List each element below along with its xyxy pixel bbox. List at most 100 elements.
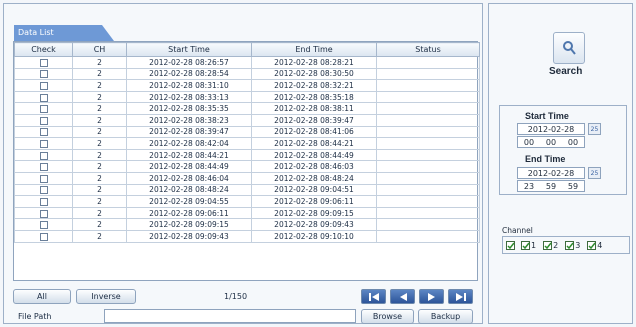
channel-4-label: 4 [597,240,603,250]
row-end-time: 2012-02-28 08:28:21 [251,56,377,69]
row-check-cell [14,102,73,115]
select-all-button[interactable]: All [13,289,71,304]
check-icon [588,242,596,249]
channel-item-3[interactable]: 3 [565,240,580,250]
row-check-cell [14,218,73,231]
row-end-time: 2012-02-28 08:44:49 [251,148,377,162]
row-checkbox[interactable] [39,139,48,148]
end-date-calendar-button[interactable]: 25 [588,167,601,179]
inverse-selection-button[interactable]: Inverse [76,289,136,304]
row-end-time: 2012-02-28 08:35:18 [251,90,377,104]
table-row[interactable]: 2 2012-02-28 09:09:15 2012-02-28 09:09:43 [14,218,480,231]
channel-1-checkbox[interactable] [521,240,530,250]
file-path-label: File Path [18,312,52,321]
channel-item-4[interactable]: 4 [587,240,603,250]
row-start-time: 2012-02-28 08:35:35 [126,102,252,115]
row-checkbox[interactable] [39,116,48,125]
channel-group: 1 2 3 4 [502,236,630,254]
table-row[interactable]: 2 2012-02-28 08:39:47 2012-02-28 08:41:06 [14,125,480,139]
row-end-time: 2012-02-28 08:30:50 [251,67,377,81]
table-row[interactable]: 2 2012-02-28 08:38:23 2012-02-28 08:39:47 [14,113,480,127]
tab-data-list[interactable]: Data List [14,25,114,41]
start-minute-field[interactable]: 00 [546,137,556,147]
end-time-input[interactable]: 23 59 59 [517,180,585,192]
browse-button[interactable]: Browse [361,309,414,324]
table-row[interactable]: 2 2012-02-28 08:48:24 2012-02-28 09:04:51 [14,183,480,197]
start-second-field[interactable]: 00 [568,137,578,147]
row-end-time: 2012-02-28 08:32:21 [251,79,377,92]
row-checkbox[interactable] [39,151,48,160]
row-checkbox[interactable] [39,128,48,137]
row-end-time: 2012-02-28 09:06:11 [251,195,377,208]
first-page-button[interactable] [361,289,386,304]
table-row[interactable]: 2 2012-02-28 09:04:55 2012-02-28 09:06:11 [14,195,480,208]
row-end-time: 2012-02-28 08:38:11 [251,102,377,115]
start-hour-field[interactable]: 00 [524,137,534,147]
end-time-label: End Time [525,154,566,164]
previous-page-button[interactable] [390,289,415,304]
table-row[interactable]: 2 2012-02-28 09:06:11 2012-02-28 09:09:15 [14,206,480,220]
row-status [376,229,480,243]
row-checkbox[interactable] [39,105,48,114]
check-icon [566,242,574,249]
last-page-button[interactable] [448,289,473,304]
table-row[interactable]: 2 2012-02-28 08:44:21 2012-02-28 08:44:49 [14,148,480,162]
row-status [376,195,480,208]
channel-4-checkbox[interactable] [587,240,597,250]
check-icon [522,242,530,249]
table-row[interactable]: 2 2012-02-28 08:35:35 2012-02-28 08:38:11 [14,102,480,115]
data-list-panel: Data List Check CH Start Time End Time S… [3,3,483,324]
row-checkbox[interactable] [39,197,48,206]
row-check-cell [14,67,73,81]
table-row[interactable]: 2 2012-02-28 08:44:49 2012-02-28 08:46:03 [14,160,480,173]
end-date-input[interactable]: 2012-02-28 [517,167,585,179]
table-row[interactable]: 2 2012-02-28 08:31:10 2012-02-28 08:32:21 [14,79,480,92]
start-time-label: Start Time [525,111,569,121]
table-row[interactable]: 2 2012-02-28 08:28:54 2012-02-28 08:30:50 [14,67,480,81]
row-ch: 2 [72,218,127,231]
row-checkbox[interactable] [39,93,48,102]
row-checkbox[interactable] [39,81,48,90]
channel-item-1[interactable]: 1 [521,240,536,250]
end-minute-field[interactable]: 59 [546,181,556,191]
row-checkbox[interactable] [39,221,48,230]
end-hour-field[interactable]: 23 [524,181,534,191]
column-header-check: Check [14,42,73,57]
row-ch: 2 [72,102,127,115]
start-time-input[interactable]: 00 00 00 [517,136,585,148]
start-date-input[interactable]: 2012-02-28 [517,123,585,135]
table-row[interactable]: 2 2012-02-28 08:26:57 2012-02-28 08:28:21 [14,56,480,69]
channel-all-checkbox[interactable] [506,240,515,250]
table-row[interactable]: 2 2012-02-28 08:46:04 2012-02-28 08:48:24 [14,171,480,185]
channel-item-2[interactable]: 2 [543,240,558,250]
search-label: Search [549,66,583,77]
row-check-cell [14,79,73,92]
row-ch: 2 [72,79,127,92]
table-row[interactable]: 2 2012-02-28 08:33:13 2012-02-28 08:35:18 [14,90,480,104]
row-checkbox[interactable] [39,174,48,183]
row-checkbox[interactable] [39,163,48,172]
row-status [376,137,480,150]
skip-first-icon [368,292,379,301]
end-second-field[interactable]: 59 [568,181,578,191]
row-start-time: 2012-02-28 09:09:15 [126,218,252,231]
row-checkbox[interactable] [39,209,48,218]
channel-2-checkbox[interactable] [543,240,553,250]
start-date-calendar-button[interactable]: 25 [588,123,601,135]
row-checkbox[interactable] [39,58,48,67]
row-status [376,206,480,220]
file-path-input[interactable] [104,309,356,323]
table-row[interactable]: 2 2012-02-28 08:42:04 2012-02-28 08:44:21 [14,137,480,150]
table-row[interactable]: 2 2012-02-28 09:09:43 2012-02-28 09:10:10 [14,229,480,243]
next-page-button[interactable] [419,289,444,304]
column-header-status: Status [376,42,480,57]
channel-3-checkbox[interactable] [565,240,575,250]
row-start-time: 2012-02-28 08:48:24 [126,183,252,197]
search-button[interactable] [553,32,585,64]
row-checkbox[interactable] [39,186,48,195]
backup-button[interactable]: Backup [418,309,473,324]
row-status [376,160,480,173]
row-checkbox[interactable] [39,232,48,241]
row-checkbox[interactable] [39,70,48,79]
row-check-cell [14,206,73,220]
